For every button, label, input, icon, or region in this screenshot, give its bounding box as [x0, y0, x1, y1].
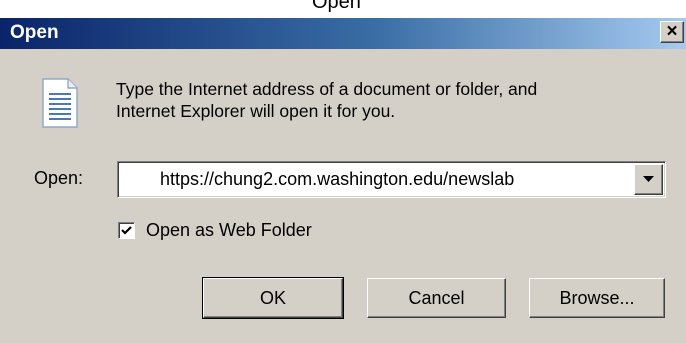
- web-folder-label[interactable]: Open as Web Folder: [146, 220, 312, 241]
- web-folder-checkbox[interactable]: [118, 222, 135, 239]
- address-input[interactable]: https://chung2.com.washington.edu/newsla…: [160, 169, 514, 190]
- dialog-title: Open: [10, 22, 59, 43]
- document-icon: [42, 78, 78, 128]
- close-button[interactable]: ×: [660, 21, 684, 43]
- dropdown-button[interactable]: [634, 164, 663, 195]
- close-icon: ×: [666, 21, 678, 42]
- instruction-text: Type the Internet address of a document …: [116, 79, 538, 121]
- open-dialog: Open × Type the Internet address of a do…: [0, 18, 686, 343]
- browse-button[interactable]: Browse...: [529, 278, 665, 318]
- cancel-button[interactable]: Cancel: [367, 278, 506, 318]
- address-combobox[interactable]: https://chung2.com.washington.edu/newsla…: [117, 161, 666, 198]
- open-field-label: Open:: [34, 168, 84, 188]
- top-strip: Open: [0, 0, 686, 18]
- partial-title-text: Open: [312, 0, 361, 13]
- ok-button[interactable]: OK: [202, 277, 344, 319]
- checkmark-icon: [121, 226, 132, 235]
- title-bar[interactable]: Open ×: [0, 18, 686, 49]
- chevron-down-icon: [643, 176, 654, 182]
